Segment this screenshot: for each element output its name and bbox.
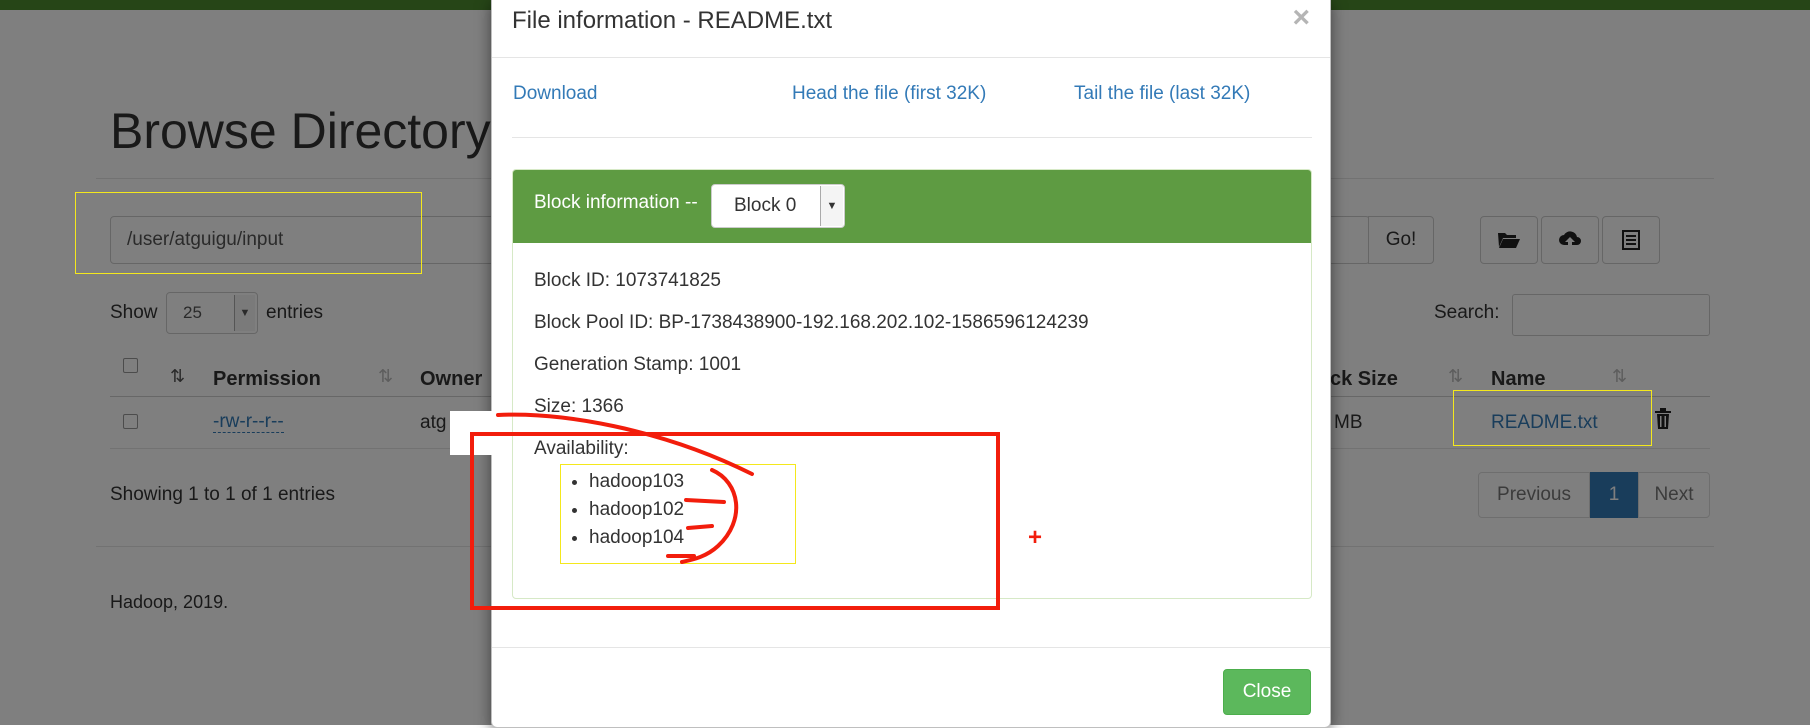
modal-header-divider (492, 57, 1330, 58)
modal-title: File information - README.txt (512, 7, 833, 34)
file-information-modal: File information - README.txt × Download… (491, 0, 1331, 728)
annotation-path-highlight (75, 192, 422, 274)
download-link[interactable]: Download (513, 83, 598, 105)
tail-file-link[interactable]: Tail the file (last 32K) (1074, 83, 1250, 105)
block-pool-id: Block Pool ID: BP-1738438900-192.168.202… (534, 312, 1089, 333)
annotation-plus: + (1028, 524, 1043, 551)
block-id: Block ID: 1073741825 (534, 270, 721, 291)
panel-heading: Block information -- Block 0 ▼ (513, 170, 1311, 243)
block-information-label: Block information -- (534, 192, 698, 213)
block-size: Size: 1366 (534, 396, 624, 417)
block-select[interactable]: Block 0 ▼ (711, 184, 845, 228)
annotation-name-highlight (1453, 390, 1652, 446)
close-icon[interactable]: × (1292, 1, 1310, 35)
annotation-hosts-highlight (560, 464, 796, 564)
close-button[interactable]: Close (1223, 669, 1311, 715)
links-divider (512, 137, 1312, 138)
head-file-link[interactable]: Head the file (first 32K) (792, 83, 986, 105)
modal-footer-divider (492, 647, 1330, 648)
generation-stamp: Generation Stamp: 1001 (534, 354, 742, 375)
chevron-down-icon: ▼ (820, 186, 843, 226)
block-select-value: Block 0 (734, 195, 797, 216)
